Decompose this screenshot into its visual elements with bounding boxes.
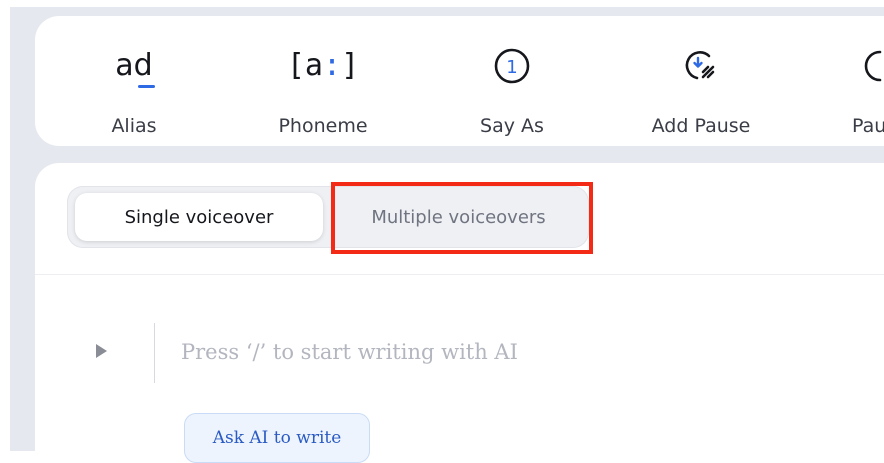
- say-as-icon: 1: [494, 43, 530, 89]
- play-icon[interactable]: [96, 344, 107, 358]
- divider: [35, 274, 884, 275]
- say-as-label: Say As: [480, 115, 544, 137]
- editor-placeholder[interactable]: Press ‘/’ to start writing with AI: [181, 340, 518, 364]
- add-pause-icon: [681, 43, 721, 89]
- pause-tool[interactable]: Pause: [805, 16, 884, 146]
- pause-icon: [860, 43, 884, 89]
- single-voiceover-tab[interactable]: Single voiceover: [75, 193, 323, 241]
- alias-tool[interactable]: ad Alias: [59, 16, 209, 146]
- pause-label: Pause: [852, 115, 884, 137]
- phoneme-tool[interactable]: [a:] Phoneme: [248, 16, 398, 146]
- add-pause-tool[interactable]: Add Pause: [626, 16, 776, 146]
- ssml-toolbar: ad Alias [a:] Phoneme 1 Say As Add Pause: [35, 16, 884, 146]
- alias-label: Alias: [111, 115, 157, 137]
- say-as-tool[interactable]: 1 Say As: [437, 16, 587, 146]
- phoneme-icon: [a:]: [286, 48, 360, 83]
- phoneme-label: Phoneme: [278, 115, 368, 137]
- ask-ai-button[interactable]: Ask AI to write: [184, 413, 370, 463]
- alias-icon: ad: [115, 43, 156, 89]
- svg-text:1: 1: [506, 57, 517, 78]
- multiple-voiceovers-tab[interactable]: Multiple voiceovers: [335, 193, 582, 241]
- line-divider: [154, 323, 155, 383]
- add-pause-label: Add Pause: [651, 115, 751, 137]
